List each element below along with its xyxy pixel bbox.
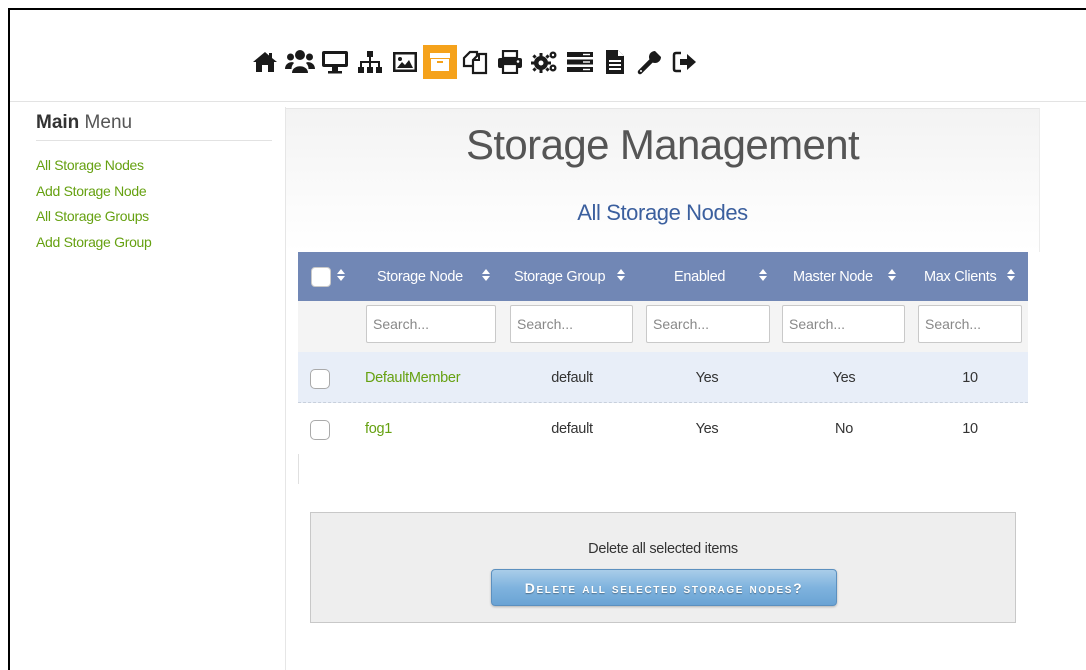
search-storage-group-input[interactable] bbox=[510, 305, 633, 343]
page-title: Storage Management bbox=[465, 121, 860, 168]
sidebar-link[interactable]: All Storage Nodes bbox=[36, 157, 144, 173]
server-icon[interactable] bbox=[563, 45, 597, 79]
cell-enabled: Yes bbox=[695, 420, 719, 437]
nav-divider bbox=[10, 101, 1086, 102]
table-row: fog1 default Yes No 10 bbox=[298, 403, 1028, 454]
column-header-storage-group[interactable]: Storage Group bbox=[514, 252, 626, 301]
cell-enabled: Yes bbox=[695, 369, 719, 386]
cell-storage-group: default bbox=[551, 369, 593, 386]
storage-nodes-table: Storage Node Storage Group Enabled Maste… bbox=[298, 252, 1028, 454]
column-label: Max Clients bbox=[924, 268, 997, 285]
search-enabled-input[interactable] bbox=[646, 305, 770, 343]
cogs-icon[interactable] bbox=[528, 45, 562, 79]
sort-icon[interactable] bbox=[617, 268, 626, 285]
column-label: Enabled bbox=[674, 268, 726, 285]
copy-icon[interactable] bbox=[458, 45, 492, 79]
column-label: Master Node bbox=[793, 268, 873, 285]
logout-icon[interactable] bbox=[668, 45, 702, 79]
bulk-action-label: Delete all selected items bbox=[588, 541, 738, 557]
sidebar-title: Main Menu bbox=[36, 112, 272, 141]
sidebar-item-add-storage-node: Add Storage Node bbox=[36, 179, 272, 205]
cell-storage-node: DefaultMember bbox=[365, 352, 461, 403]
sidebar-link[interactable]: Add Storage Node bbox=[36, 183, 147, 199]
column-label: Storage Group bbox=[514, 268, 606, 285]
cell-max-clients: 10 bbox=[962, 420, 978, 437]
header-select-all[interactable] bbox=[311, 252, 345, 301]
file-icon[interactable] bbox=[598, 45, 632, 79]
sidebar-item-all-storage-nodes: All Storage Nodes bbox=[36, 153, 272, 179]
select-all-checkbox[interactable] bbox=[311, 266, 331, 287]
archive-icon[interactable] bbox=[423, 45, 457, 79]
sort-icon[interactable] bbox=[481, 268, 490, 285]
table-header: Storage Node Storage Group Enabled Maste… bbox=[298, 252, 1028, 301]
home-icon[interactable] bbox=[248, 45, 282, 79]
sidebar-title-rest: Menu bbox=[79, 112, 133, 133]
cell-storage-node: fog1 bbox=[365, 403, 392, 454]
sidebar-link[interactable]: Add Storage Group bbox=[36, 234, 152, 250]
sidebar-link[interactable]: All Storage Groups bbox=[36, 208, 149, 224]
sidebar-item-all-storage-groups: All Storage Groups bbox=[36, 204, 272, 230]
sidebar-title-bold: Main bbox=[36, 112, 80, 133]
sort-icon[interactable] bbox=[759, 268, 768, 285]
sort-icon[interactable] bbox=[887, 268, 896, 285]
storage-node-link[interactable]: DefaultMember bbox=[365, 370, 461, 386]
filter-row bbox=[298, 301, 1028, 352]
sidebar: Main Menu All Storage Nodes Add Storage … bbox=[36, 112, 272, 255]
sort-icon[interactable] bbox=[1007, 268, 1016, 285]
delete-selected-button[interactable]: Delete all selected storage nodes? bbox=[491, 569, 837, 606]
row-checkbox[interactable] bbox=[310, 420, 330, 440]
bulk-action-panel: Delete all selected items Delete all sel… bbox=[310, 512, 1016, 623]
search-storage-node-input[interactable] bbox=[366, 305, 496, 343]
cell-master-node: Yes bbox=[832, 369, 856, 386]
cell-max-clients: 10 bbox=[962, 369, 978, 386]
column-header-max-clients[interactable]: Max Clients bbox=[924, 252, 1016, 301]
table-row: DefaultMember default Yes Yes 10 bbox=[298, 352, 1028, 403]
search-master-node-input[interactable] bbox=[782, 305, 905, 343]
cell-storage-group: default bbox=[551, 420, 593, 437]
sidebar-menu: All Storage Nodes Add Storage Node All S… bbox=[36, 153, 272, 255]
search-max-clients-input[interactable] bbox=[918, 305, 1022, 343]
top-nav bbox=[248, 38, 703, 86]
column-header-storage-node[interactable]: Storage Node bbox=[377, 252, 490, 301]
sort-icon[interactable] bbox=[337, 268, 345, 285]
cell-master-node: No bbox=[835, 420, 853, 437]
sidebar-item-add-storage-group: Add Storage Group bbox=[36, 230, 272, 256]
row-checkbox[interactable] bbox=[310, 369, 330, 389]
column-header-master-node[interactable]: Master Node bbox=[793, 252, 896, 301]
table-left-border bbox=[298, 454, 299, 484]
monitor-icon[interactable] bbox=[318, 45, 352, 79]
wrench-icon[interactable] bbox=[633, 45, 667, 79]
content-header: Storage Management All Storage Nodes bbox=[286, 108, 1040, 252]
section-title: All Storage Nodes bbox=[577, 200, 748, 225]
sitemap-icon[interactable] bbox=[353, 45, 387, 79]
storage-node-link[interactable]: fog1 bbox=[365, 421, 392, 437]
column-header-enabled[interactable]: Enabled bbox=[674, 252, 768, 301]
users-icon[interactable] bbox=[283, 45, 317, 79]
column-label: Storage Node bbox=[377, 268, 463, 285]
print-icon[interactable] bbox=[493, 45, 527, 79]
image-icon[interactable] bbox=[388, 45, 422, 79]
